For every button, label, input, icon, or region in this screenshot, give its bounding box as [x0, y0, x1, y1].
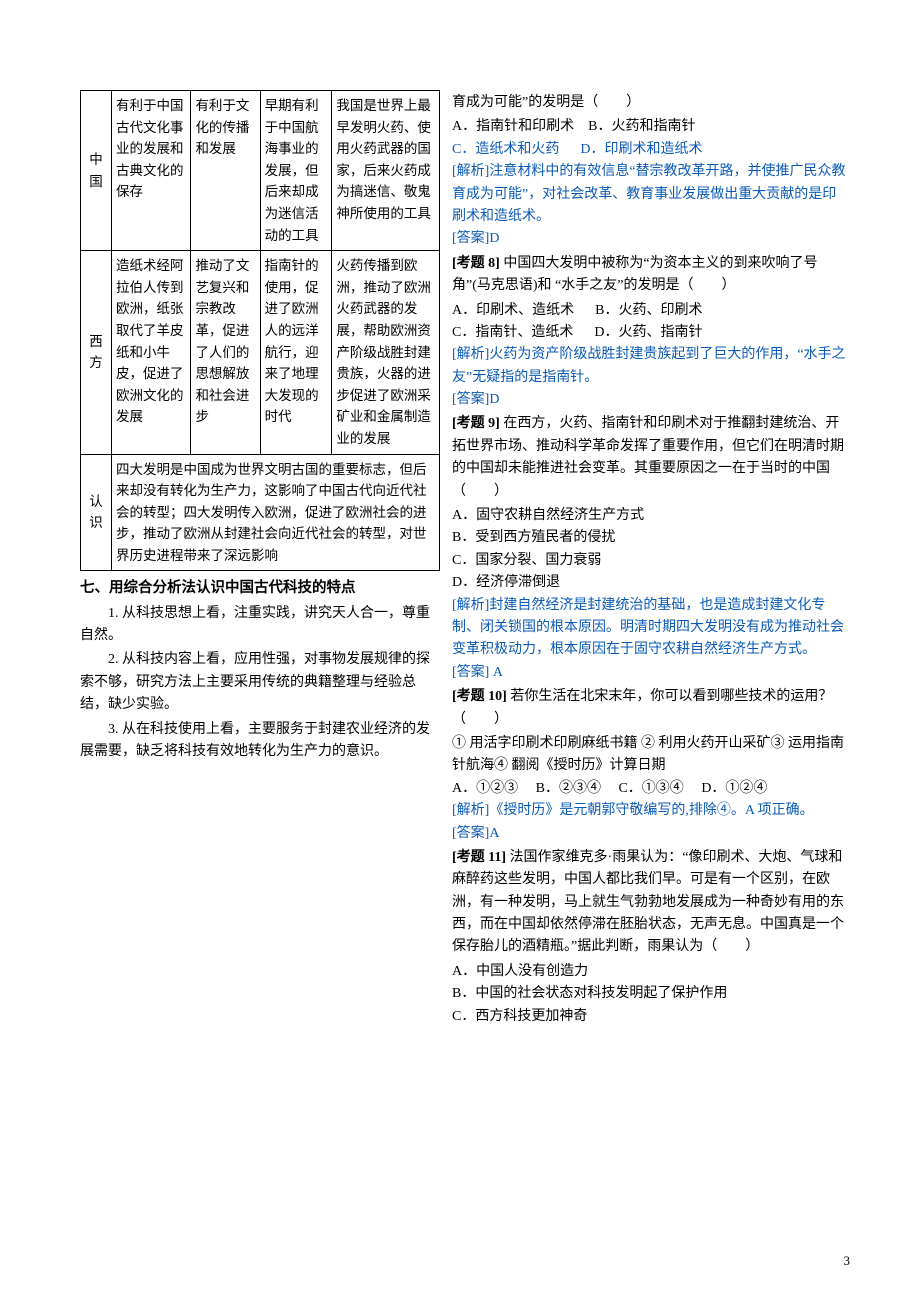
q11-stem: 法国作家维克多·雨果认为：“像印刷术、大炮、气球和麻醉药这些发明，中国人都比我们… [452, 850, 844, 955]
q7-options: A．指南针和印刷术 B．火药和指南针 [452, 116, 850, 138]
q8-opt-a: A．印刷术、造纸术 [452, 303, 574, 318]
q10-opt-c: C．①③④ [618, 781, 683, 796]
q8-answer-label: [答案] [452, 392, 489, 407]
q7-analysis-label: [解析] [452, 164, 489, 179]
q10-items: ① 用活字印刷术印刷麻纸书籍 ② 利用火药开山采矿③ 运用指南针航海④ 翻阅《授… [452, 733, 850, 778]
q8-answer-value: D [489, 392, 499, 407]
q10-answer: [答案]A [452, 823, 850, 845]
row-label-china: 中国 [81, 91, 112, 251]
q7-opt-b: B．火药和指南针 [588, 119, 695, 134]
q9: [考题 9] 在西方，火药、指南针和印刷术对于推翻封建统治、开拓世界市场、推动科… [452, 413, 850, 503]
q8-opt-b: B．火药、印刷术 [595, 303, 702, 318]
q10-answer-label: [答案] [452, 826, 489, 841]
row-label-west: 西方 [81, 251, 112, 454]
table-row: 认识 四大发明是中国成为世界文明古国的重要标志，但后来却没有转化为生产力，这影响… [81, 454, 440, 571]
q10-title: [考题 10] [452, 689, 507, 704]
table-row: 中国 有利于中国古代文化事业的发展和古典文化的保存 有利于文化的传播和发展 早期… [81, 91, 440, 251]
section-7-p3: 3. 从在科技使用上看，主要服务于封建农业经济的发展需要，缺乏将科技有效地转化为… [80, 719, 440, 764]
right-column: 育成为可能”的发明是（ ） A．指南针和印刷术 B．火药和指南针 C．造纸术和火… [452, 90, 850, 1028]
comparison-table: 中国 有利于中国古代文化事业的发展和古典文化的保存 有利于文化的传播和发展 早期… [80, 90, 440, 571]
q8-analysis-text: 火药为资产阶级战胜封建贵族起到了巨大的作用，“水手之友”无疑指的是指南针。 [452, 347, 846, 384]
q7-opt-c: C．造纸术和火药 [452, 142, 559, 157]
q10-stem: 若你生活在北宋末年，你可以看到哪些技术的运用？（ ） [452, 689, 832, 726]
q9-analysis: [解析]封建自然经济是封建统治的基础，也是造成封建文化专制、闭关锁国的根本原因。… [452, 595, 850, 662]
q7-answer-value: D [489, 231, 499, 246]
cell-recognition: 四大发明是中国成为世界文明古国的重要标志，但后来却没有转化为生产力，这影响了中国… [112, 454, 440, 571]
q7-stem-tail: 育成为可能”的发明是（ ） [452, 92, 850, 114]
q9-opt-b: B．受到西方殖民者的侵扰 [452, 527, 850, 549]
left-column: 中国 有利于中国古代文化事业的发展和古典文化的保存 有利于文化的传播和发展 早期… [80, 90, 440, 1028]
cell: 指南针的使用，促进了欧洲人的远洋航行，迎来了地理大发现的时代 [260, 251, 332, 454]
section-7-title: 七、用综合分析法认识中国古代科技的特点 [80, 577, 440, 600]
q10-opt-a: A．①②③ [452, 781, 518, 796]
q10-opt-b: B．②③④ [536, 781, 601, 796]
q8-opt-d: D．火药、指南针 [594, 325, 702, 340]
page-number: 3 [844, 1251, 851, 1272]
cell: 早期有利于中国航海事业的发展，但后来却成为迷信活动的工具 [260, 91, 332, 251]
q9-opt-c: C．国家分裂、国力衰弱 [452, 550, 850, 572]
q9-opt-a: A．固守农耕自然经济生产方式 [452, 505, 850, 527]
q8-title: [考题 8] [452, 256, 500, 271]
q9-opt-d: D．经济停滞倒退 [452, 572, 850, 594]
row-label-recognition: 认识 [81, 454, 112, 571]
section-7-p2: 2. 从科技内容上看，应用性强，对事物发展规律的探索不够，研究方法上主要采用传统… [80, 649, 440, 716]
q9-analysis-label: [解析] [452, 598, 489, 613]
q9-title: [考题 9] [452, 416, 500, 431]
q10-analysis-text: 《授时历》是元朝郭守敬编写的,排除④。A 项正确。 [489, 803, 813, 818]
q9-answer: [答案] A [452, 662, 850, 684]
q11-title: [考题 11] [452, 850, 506, 865]
q10: [考题 10] 若你生活在北宋末年，你可以看到哪些技术的运用？（ ） [452, 686, 850, 731]
q10-analysis: [解析]《授时历》是元朝郭守敬编写的,排除④。A 项正确。 [452, 800, 850, 822]
q9-answer-value: A [489, 665, 503, 680]
q8-answer: [答案]D [452, 389, 850, 411]
q10-analysis-label: [解析] [452, 803, 489, 818]
q8-opt-c: C．指南针、造纸术 [452, 325, 573, 340]
table-row: 西方 造纸术经阿拉伯人传到欧洲，纸张取代了羊皮纸和小牛皮，促进了欧洲文化的发展 … [81, 251, 440, 454]
q10-answer-value: A [489, 826, 499, 841]
q9-answer-label: [答案] [452, 665, 489, 680]
cell: 推动了文艺复兴和宗教改革，促进了人们的思想解放和社会进步 [191, 251, 260, 454]
q7-answer-label: [答案] [452, 231, 489, 246]
q11-opt-b: B．中国的社会状态对科技发明起了保护作用 [452, 983, 850, 1005]
q11: [考题 11] 法国作家维克多·雨果认为：“像印刷术、大炮、气球和麻醉药这些发明… [452, 847, 850, 959]
q8-options: A．印刷术、造纸术 B．火药、印刷术 [452, 300, 850, 322]
q7-answer: [答案]D [452, 228, 850, 250]
cell: 有利于中国古代文化事业的发展和古典文化的保存 [112, 91, 191, 251]
q8-options-2: C．指南针、造纸术 D．火药、指南针 [452, 322, 850, 344]
q7-analysis: [解析]注意材料中的有效信息“替宗教改革开路，并使推广民众教育成为可能”，对社会… [452, 161, 850, 228]
q8-stem: 中国四大发明中被称为“为资本主义的到来吹响了号角”(马克思语)和 “水手之友”的… [452, 256, 818, 293]
q11-opt-a: A．中国人没有创造力 [452, 961, 850, 983]
q8-analysis: [解析]火药为资产阶级战胜封建贵族起到了巨大的作用，“水手之友”无疑指的是指南针… [452, 344, 850, 389]
q7-opt-a: A．指南针和印刷术 [452, 119, 574, 134]
cell: 我国是世界上最早发明火药、使用火药武器的国家，后来火药成为搞迷信、敬鬼神所使用的… [332, 91, 440, 251]
q8: [考题 8] 中国四大发明中被称为“为资本主义的到来吹响了号角”(马克思语)和 … [452, 253, 850, 298]
q8-analysis-label: [解析] [452, 347, 489, 362]
cell: 有利于文化的传播和发展 [191, 91, 260, 251]
q9-stem: 在西方，火药、指南针和印刷术对于推翻封建统治、开拓世界市场、推动科学革命发挥了重… [452, 416, 844, 498]
section-7-p1: 1. 从科技思想上看，注重实践，讲究天人合一，尊重自然。 [80, 603, 440, 648]
cell: 造纸术经阿拉伯人传到欧洲，纸张取代了羊皮纸和小牛皮，促进了欧洲文化的发展 [112, 251, 191, 454]
q9-analysis-text: 封建自然经济是封建统治的基础，也是造成封建文化专制、闭关锁国的根本原因。明清时期… [452, 598, 844, 658]
q10-opt-d: D．①②④ [701, 781, 767, 796]
q7-opt-d: D．印刷术和造纸术 [580, 142, 702, 157]
q7-options-2: C．造纸术和火药 D．印刷术和造纸术 [452, 139, 850, 161]
q10-options: A．①②③ B．②③④ C．①③④ D．①②④ [452, 778, 850, 800]
q11-opt-c: C．西方科技更加神奇 [452, 1006, 850, 1028]
cell: 火药传播到欧洲，推动了欧洲火药武器的发展，帮助欧洲资产阶级战胜封建贵族，火器的进… [332, 251, 440, 454]
q7-analysis-text: 注意材料中的有效信息“替宗教改革开路，并使推广民众教育成为可能”，对社会改革、教… [452, 164, 846, 224]
